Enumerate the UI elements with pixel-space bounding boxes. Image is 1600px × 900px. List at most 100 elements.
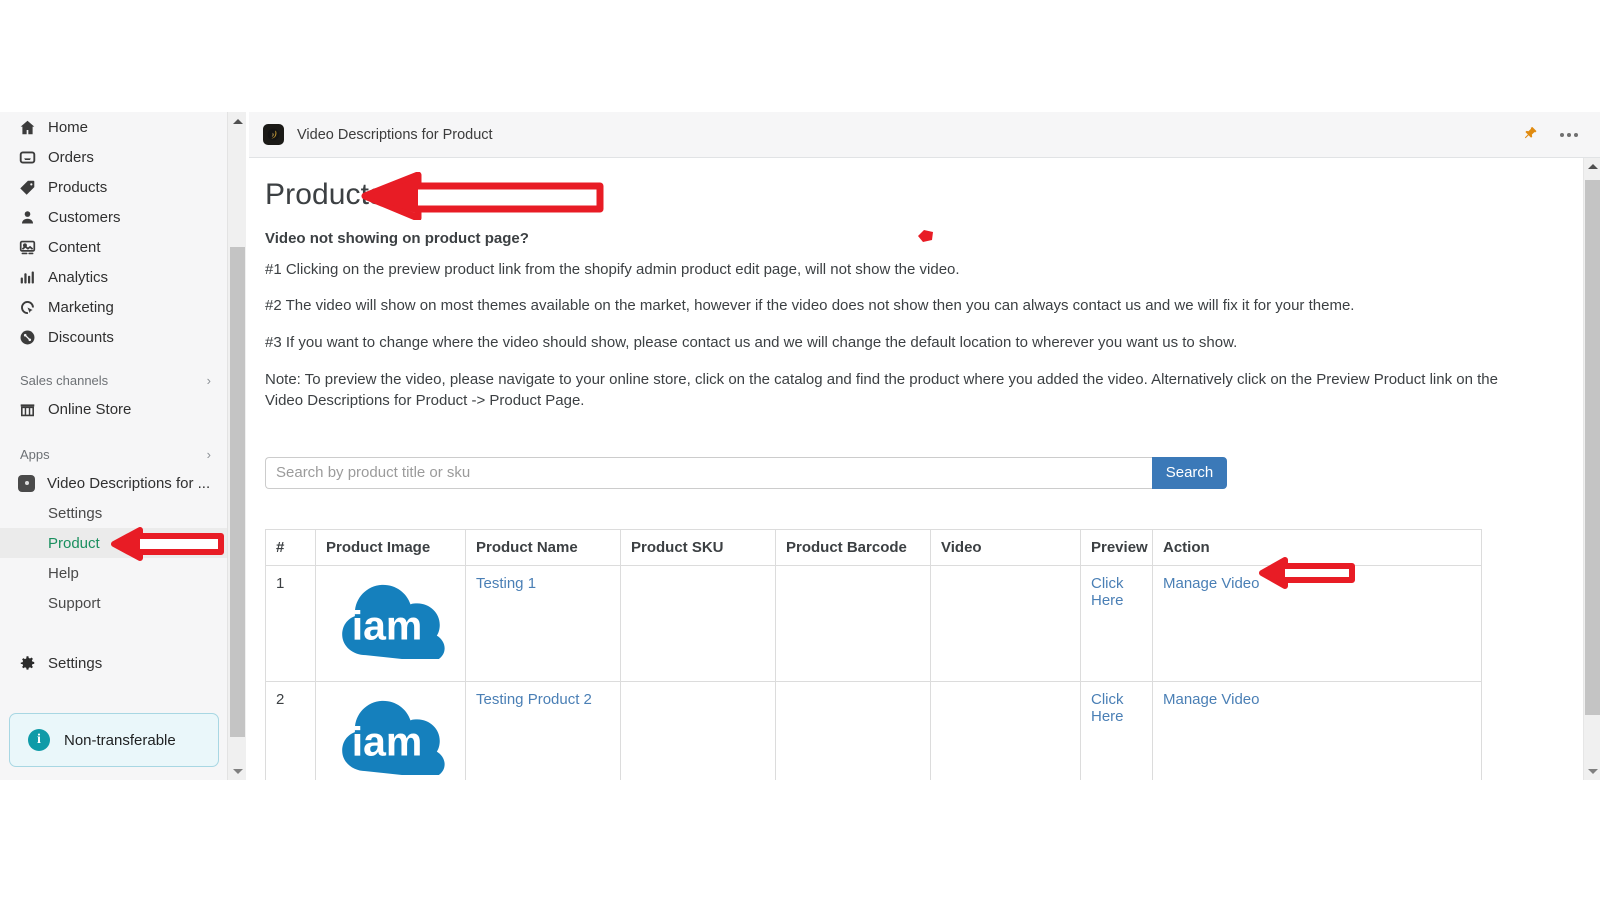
sidebar-item-settings[interactable]: Settings xyxy=(0,648,227,678)
sidebar-item-home[interactable]: Home xyxy=(0,112,227,142)
sidebar-item-marketing[interactable]: Marketing xyxy=(0,292,227,322)
scroll-down-arrow-icon[interactable] xyxy=(228,762,247,780)
table-row: 2 iam Testing Product 2 Click Here Manag… xyxy=(265,680,1482,780)
page-title: Products xyxy=(265,178,385,211)
products-page-content: Products Video not showing on product pa… xyxy=(249,158,1583,780)
cell-product-name: Testing Product 2 xyxy=(465,680,621,780)
sidebar-item-label: Video Descriptions for ... xyxy=(47,474,211,492)
red-diamond-mark xyxy=(918,230,933,242)
sidebar-item-video-descriptions-app[interactable]: Video Descriptions for ... xyxy=(0,468,227,498)
sidebar-item-label: Marketing xyxy=(48,298,114,316)
marketing-target-icon xyxy=(18,298,36,316)
preview-click-here-link[interactable]: Click Here xyxy=(1091,691,1124,725)
column-header-action: Action xyxy=(1152,528,1482,566)
app-titlebar: Video Descriptions for Product xyxy=(249,112,1600,158)
scroll-down-arrow-icon[interactable] xyxy=(1584,763,1600,780)
chevron-right-icon[interactable]: › xyxy=(207,447,211,462)
scroll-up-arrow-icon[interactable] xyxy=(1584,158,1600,175)
sidebar-item-help[interactable]: Help xyxy=(0,558,227,588)
sidebar-scrollbar-thumb[interactable] xyxy=(230,247,245,737)
cell-product-sku xyxy=(620,680,776,780)
app-content-area: Products Video not showing on product pa… xyxy=(249,158,1583,780)
info-paragraph-2: #2 The video will show on most themes av… xyxy=(265,297,1355,315)
app-frame: Video Descriptions for Product Products … xyxy=(249,112,1600,780)
cell-product-barcode xyxy=(775,564,931,682)
cell-index: 1 xyxy=(265,564,316,682)
sidebar-item-support[interactable]: Support xyxy=(0,588,227,618)
section-label: Sales channels xyxy=(20,372,109,388)
product-name-link[interactable]: Testing Product 2 xyxy=(476,691,592,708)
info-paragraph-1: #1 Clicking on the preview product link … xyxy=(265,261,960,278)
orders-inbox-icon xyxy=(18,148,36,166)
chevron-right-icon[interactable]: › xyxy=(207,373,211,388)
cell-product-barcode xyxy=(775,680,931,780)
more-options-icon[interactable] xyxy=(1560,132,1578,137)
info-paragraph-3: #3 If you want to change where the video… xyxy=(265,333,1238,351)
search-input[interactable] xyxy=(265,456,1152,489)
scroll-up-arrow-icon[interactable] xyxy=(228,112,247,130)
cell-product-name: Testing 1 xyxy=(465,564,621,682)
pushpin-icon[interactable] xyxy=(1523,125,1538,144)
sidebar-section-apps[interactable]: Apps › xyxy=(0,440,227,468)
search-button[interactable]: Search xyxy=(1152,456,1227,489)
customers-person-icon xyxy=(18,208,36,226)
svg-text:iam: iam xyxy=(352,718,423,764)
non-transferable-banner: i Non-transferable xyxy=(9,713,219,767)
video-app-icon xyxy=(263,124,284,145)
sidebar-item-customers[interactable]: Customers xyxy=(0,202,227,232)
sidebar-item-label: Orders xyxy=(48,148,94,166)
app-title-label: Video Descriptions for Product xyxy=(297,126,493,143)
products-table: # Product Image Product Name Product SKU… xyxy=(265,528,1482,780)
table-header-row: # Product Image Product Name Product SKU… xyxy=(265,528,1482,566)
sidebar-item-label: Products xyxy=(48,178,108,196)
sidebar-item-label: Analytics xyxy=(48,268,109,286)
manage-video-link[interactable]: Manage Video xyxy=(1163,691,1259,708)
cell-product-image: iam xyxy=(315,564,466,682)
info-icon: i xyxy=(28,729,50,751)
section-label: Apps xyxy=(20,446,50,462)
products-tag-icon xyxy=(18,178,36,196)
manage-video-link[interactable]: Manage Video xyxy=(1163,575,1259,592)
sidebar-item-label: Online Store xyxy=(48,400,132,418)
cell-action: Manage Video xyxy=(1152,680,1482,780)
sidebar-item-label: Settings xyxy=(48,654,103,672)
cell-index: 2 xyxy=(265,680,316,780)
store-icon xyxy=(18,400,36,418)
sidebar-item-label: Customers xyxy=(48,208,121,226)
preview-click-here-link[interactable]: Click Here xyxy=(1091,575,1124,609)
app-square-icon xyxy=(18,474,35,492)
info-note: Note: To preview the video, please navig… xyxy=(265,370,1498,409)
sidebar: Home Orders Products Customers Content A… xyxy=(0,112,227,780)
content-image-icon xyxy=(18,238,36,256)
sidebar-item-orders[interactable]: Orders xyxy=(0,142,227,172)
sidebar-subitem-label: Support xyxy=(48,594,101,612)
cell-video xyxy=(930,680,1081,780)
gear-icon xyxy=(18,654,36,672)
sidebar-item-settings-app[interactable]: Settings xyxy=(0,498,227,528)
sidebar-subitem-label: Product xyxy=(48,534,100,552)
column-header-product-sku: Product SKU xyxy=(620,528,776,566)
sidebar-item-analytics[interactable]: Analytics xyxy=(0,262,227,292)
sidebar-item-content[interactable]: Content xyxy=(0,232,227,262)
svg-text:iam: iam xyxy=(352,602,423,648)
sidebar-item-product[interactable]: Product xyxy=(0,528,227,558)
product-search-bar: Search xyxy=(265,456,1227,489)
content-scrollbar[interactable] xyxy=(1583,158,1600,780)
column-header-preview: Preview xyxy=(1080,528,1153,566)
cell-product-image: iam xyxy=(315,680,466,780)
cell-product-sku xyxy=(620,564,776,682)
sidebar-scrollbar[interactable] xyxy=(227,112,246,780)
sidebar-section-sales-channels[interactable]: Sales channels › xyxy=(0,366,227,394)
product-name-link[interactable]: Testing 1 xyxy=(476,575,536,592)
sidebar-item-discounts[interactable]: Discounts xyxy=(0,322,227,352)
sidebar-item-products[interactable]: Products xyxy=(0,172,227,202)
sidebar-item-online-store[interactable]: Online Store xyxy=(0,394,227,424)
cell-video xyxy=(930,564,1081,682)
sidebar-item-label: Home xyxy=(48,118,89,136)
discounts-percent-icon xyxy=(18,328,36,346)
iam-cloud-logo: iam xyxy=(342,700,445,775)
column-header-product-barcode: Product Barcode xyxy=(775,528,931,566)
table-row: 1 iam Testing 1 Click Here Manage Video xyxy=(265,564,1482,682)
sidebar-subitem-label: Help xyxy=(48,564,79,582)
content-scrollbar-thumb[interactable] xyxy=(1585,180,1600,715)
